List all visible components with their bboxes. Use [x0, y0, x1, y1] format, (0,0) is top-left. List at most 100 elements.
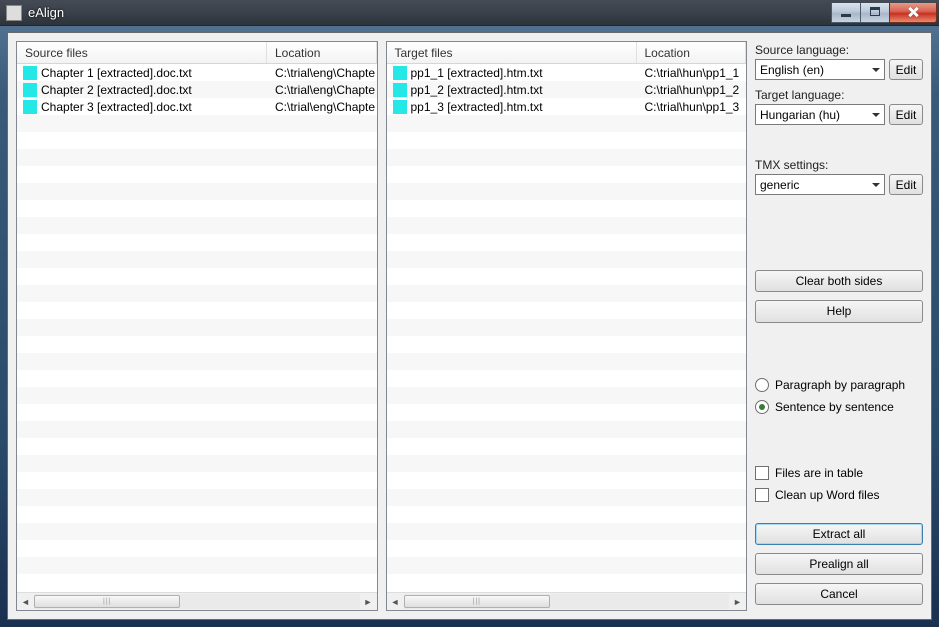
source-files-panel: Source files Location Chapter 1 [extract…	[16, 41, 378, 611]
sentence-radio[interactable]: Sentence by sentence	[755, 400, 923, 414]
target-files-panel: Target files Location pp1_1 [extracted].…	[386, 41, 748, 611]
list-item-empty	[387, 336, 747, 353]
list-item-empty	[17, 319, 377, 336]
list-item-empty	[387, 472, 747, 489]
file-name: Chapter 1 [extracted].doc.txt	[41, 66, 267, 80]
list-item[interactable]: pp1_1 [extracted].htm.txtC:\trial\hun\pp…	[387, 64, 747, 81]
col-source-files[interactable]: Source files	[17, 42, 267, 63]
target-lang-label: Target language:	[755, 88, 923, 102]
list-item-empty	[387, 438, 747, 455]
list-item-empty	[17, 506, 377, 523]
list-item-empty	[17, 523, 377, 540]
file-name: pp1_2 [extracted].htm.txt	[411, 83, 637, 97]
source-scrollbar[interactable]: ◄ ||| ►	[17, 592, 377, 610]
tmx-label: TMX settings:	[755, 158, 923, 172]
list-item-empty	[387, 489, 747, 506]
list-item-empty	[387, 268, 747, 285]
list-item-empty	[17, 336, 377, 353]
list-item-empty	[17, 132, 377, 149]
list-item-empty	[17, 200, 377, 217]
list-item[interactable]: pp1_3 [extracted].htm.txtC:\trial\hun\pp…	[387, 98, 747, 115]
clear-both-button[interactable]: Clear both sides	[755, 270, 923, 292]
col-source-location[interactable]: Location	[267, 42, 377, 63]
scroll-left-icon[interactable]: ◄	[17, 594, 34, 609]
list-item-empty	[17, 404, 377, 421]
list-item-empty	[387, 421, 747, 438]
client-area: Source files Location Chapter 1 [extract…	[7, 32, 932, 620]
list-item-empty	[17, 353, 377, 370]
source-list[interactable]: Chapter 1 [extracted].doc.txtC:\trial\en…	[17, 64, 377, 592]
file-path: C:\trial\eng\Chapte	[267, 83, 377, 97]
list-item[interactable]: Chapter 3 [extracted].doc.txtC:\trial\en…	[17, 98, 377, 115]
list-item-empty	[387, 540, 747, 557]
file-icon	[393, 100, 407, 114]
file-icon	[23, 100, 37, 114]
list-item-empty	[387, 285, 747, 302]
list-item[interactable]: pp1_2 [extracted].htm.txtC:\trial\hun\pp…	[387, 81, 747, 98]
prealign-all-button[interactable]: Prealign all	[755, 553, 923, 575]
target-scrollbar[interactable]: ◄ ||| ►	[387, 592, 747, 610]
list-item-empty	[17, 540, 377, 557]
list-item-empty	[17, 472, 377, 489]
list-item-empty	[387, 523, 747, 540]
list-item-empty	[387, 302, 747, 319]
list-item-empty	[387, 574, 747, 591]
list-item[interactable]: Chapter 1 [extracted].doc.txtC:\trial\en…	[17, 64, 377, 81]
col-target-files[interactable]: Target files	[387, 42, 637, 63]
maximize-button[interactable]	[860, 3, 890, 23]
list-item-empty	[387, 166, 747, 183]
edit-target-lang-button[interactable]: Edit	[889, 104, 923, 125]
scroll-left-icon[interactable]: ◄	[387, 594, 404, 609]
edit-tmx-button[interactable]: Edit	[889, 174, 923, 195]
list-item-empty	[17, 574, 377, 591]
list-item-empty	[387, 132, 747, 149]
close-button[interactable]	[889, 3, 937, 23]
paragraph-radio[interactable]: Paragraph by paragraph	[755, 378, 923, 392]
list-item-empty	[387, 217, 747, 234]
list-item-empty	[17, 421, 377, 438]
list-item[interactable]: Chapter 2 [extracted].doc.txtC:\trial\en…	[17, 81, 377, 98]
scroll-right-icon[interactable]: ►	[360, 594, 377, 609]
clean-word-checkbox[interactable]: Clean up Word files	[755, 488, 923, 502]
help-button[interactable]: Help	[755, 300, 923, 322]
file-icon	[23, 83, 37, 97]
col-target-location[interactable]: Location	[637, 42, 747, 63]
file-icon	[393, 83, 407, 97]
list-item-empty	[17, 166, 377, 183]
cancel-button[interactable]: Cancel	[755, 583, 923, 605]
files-in-table-checkbox[interactable]: Files are in table	[755, 466, 923, 480]
edit-source-lang-button[interactable]: Edit	[889, 59, 923, 80]
list-item-empty	[17, 489, 377, 506]
list-item-empty	[17, 302, 377, 319]
list-item-empty	[17, 251, 377, 268]
tmx-select[interactable]: generic	[755, 174, 885, 195]
checkbox-icon	[755, 466, 769, 480]
list-item-empty	[17, 370, 377, 387]
file-name: Chapter 3 [extracted].doc.txt	[41, 100, 267, 114]
extract-all-button[interactable]: Extract all	[755, 523, 923, 545]
list-item-empty	[17, 387, 377, 404]
app-icon	[6, 5, 22, 21]
file-path: C:\trial\hun\pp1_2	[637, 83, 747, 97]
list-item-empty	[17, 149, 377, 166]
list-item-empty	[387, 387, 747, 404]
chevron-down-icon	[867, 60, 884, 79]
list-item-empty	[387, 319, 747, 336]
list-item-empty	[17, 557, 377, 574]
list-item-empty	[387, 183, 747, 200]
target-list[interactable]: pp1_1 [extracted].htm.txtC:\trial\hun\pp…	[387, 64, 747, 592]
list-item-empty	[387, 251, 747, 268]
scroll-right-icon[interactable]: ►	[729, 594, 746, 609]
minimize-button[interactable]	[831, 3, 861, 23]
radio-icon	[755, 378, 769, 392]
target-header: Target files Location	[387, 42, 747, 64]
list-item-empty	[387, 115, 747, 132]
file-path: C:\trial\eng\Chapte	[267, 66, 377, 80]
list-item-empty	[387, 506, 747, 523]
list-item-empty	[387, 404, 747, 421]
target-lang-select[interactable]: Hungarian (hu)	[755, 104, 885, 125]
list-item-empty	[17, 183, 377, 200]
list-item-empty	[17, 285, 377, 302]
file-icon	[23, 66, 37, 80]
source-lang-select[interactable]: English (en)	[755, 59, 885, 80]
